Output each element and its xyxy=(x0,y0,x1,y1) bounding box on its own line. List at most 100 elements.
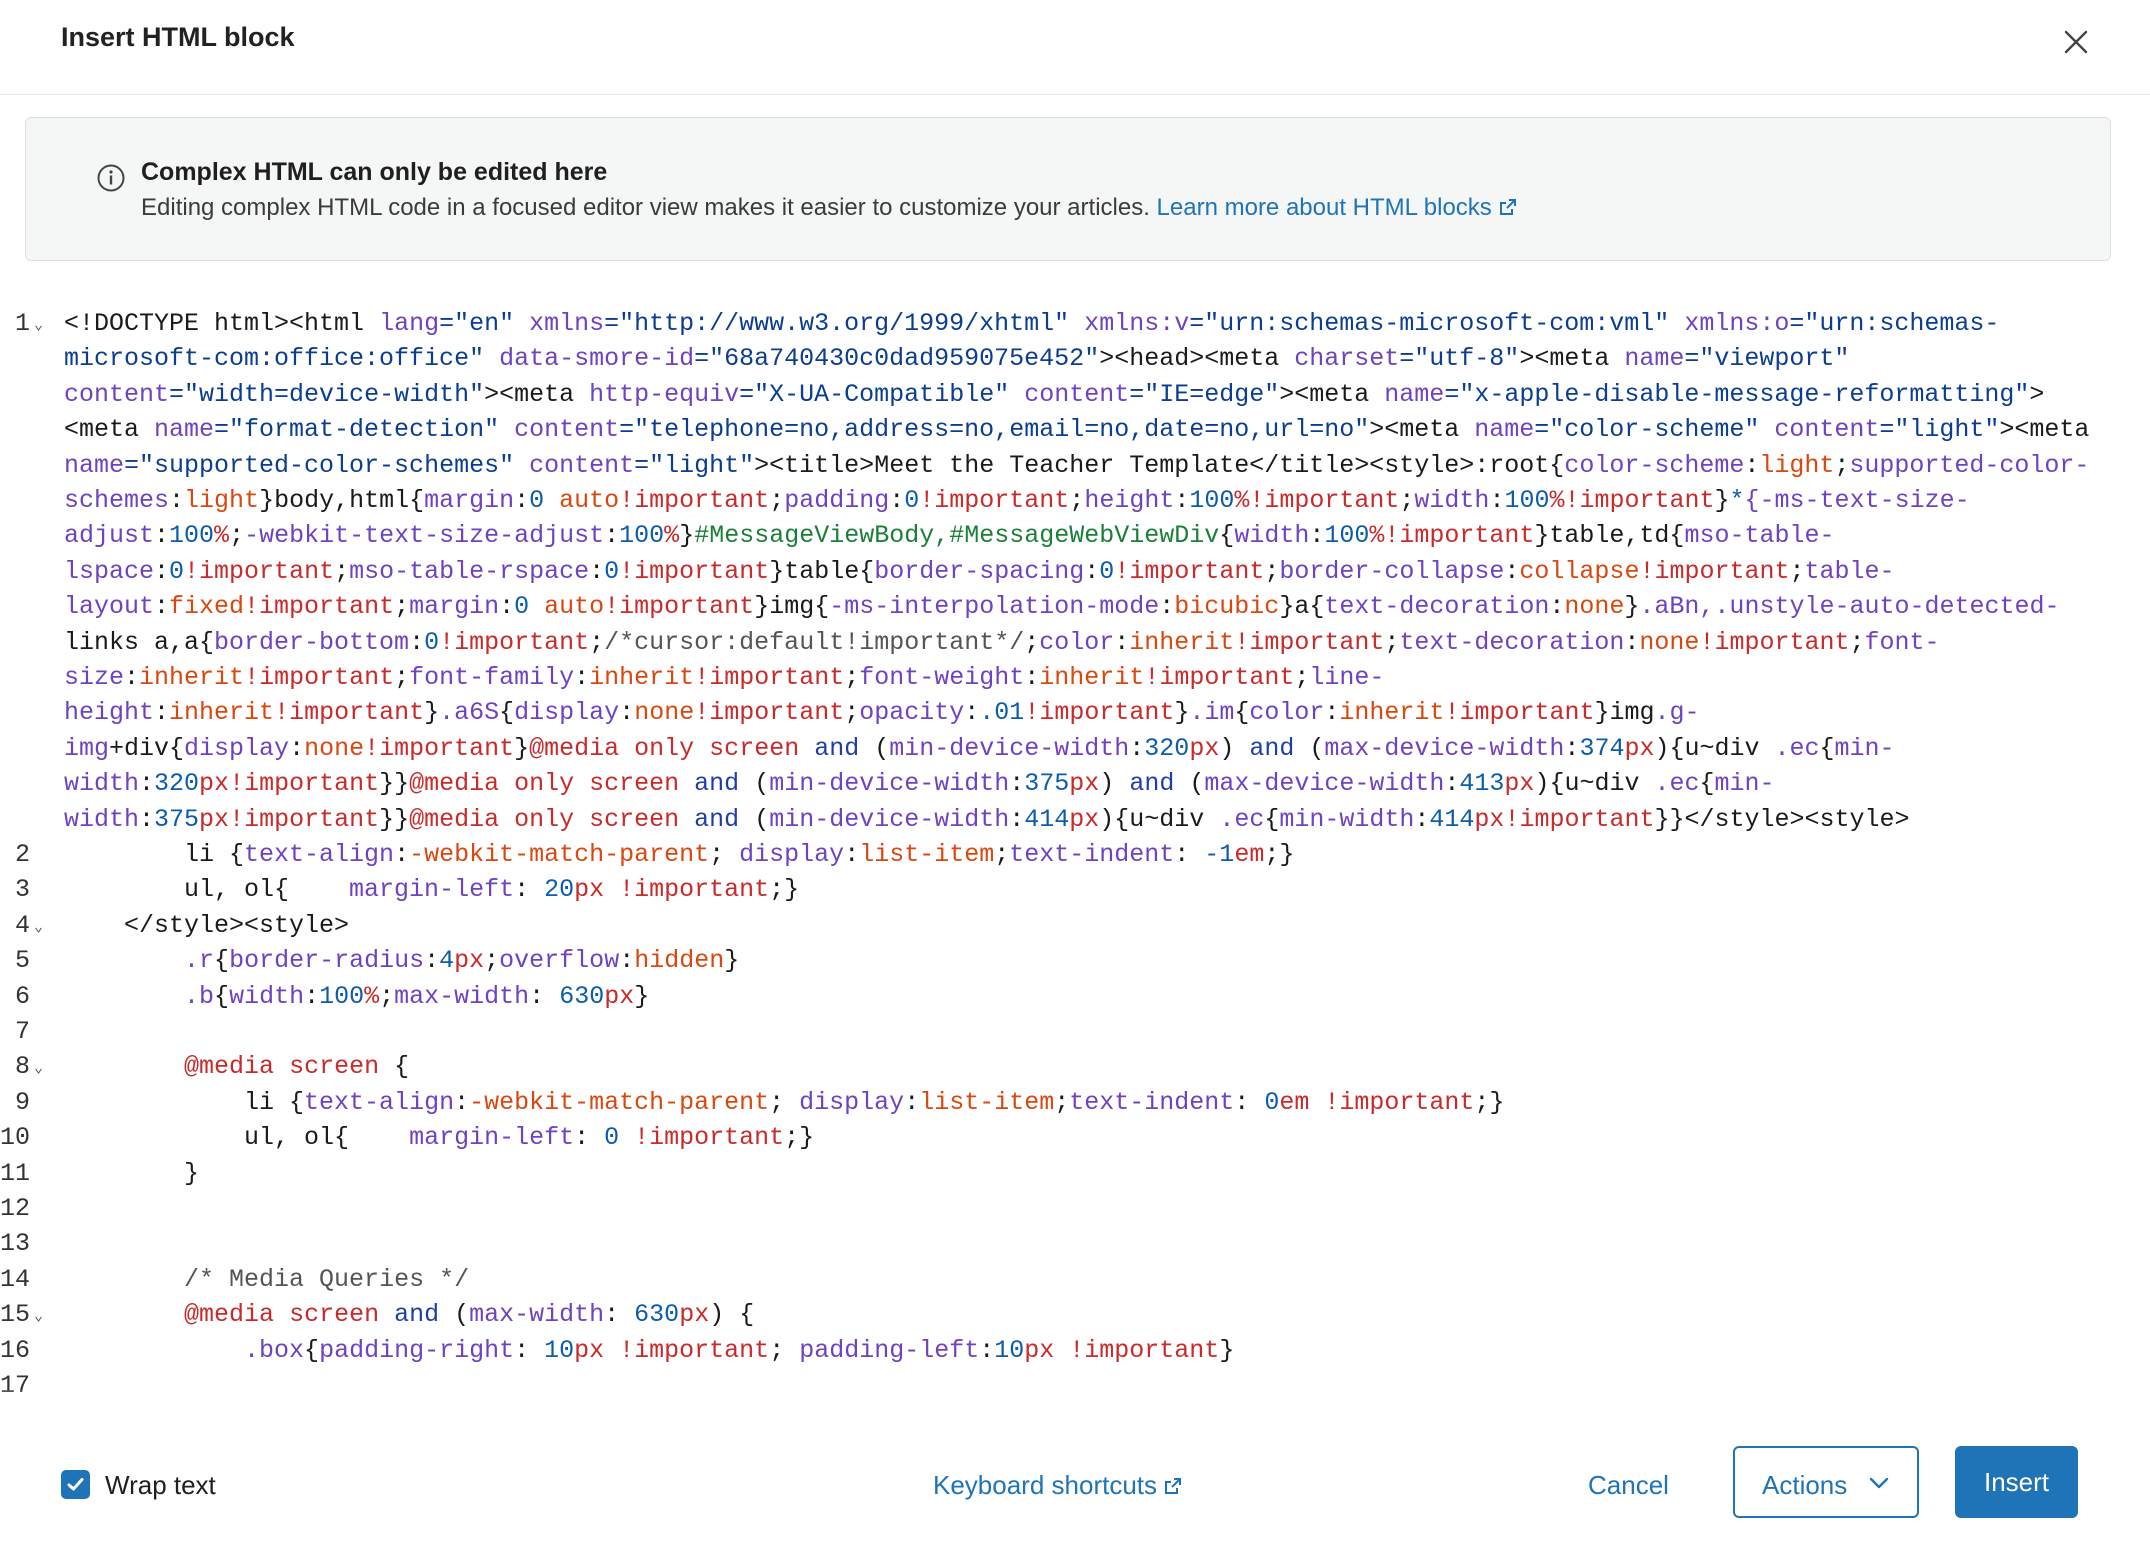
code-token: }table{ xyxy=(769,556,875,586)
code-line[interactable]: 8 ⌄ @media screen { xyxy=(0,1052,2150,1087)
insert-button[interactable]: Insert xyxy=(1955,1446,2078,1518)
code-token: fixed xyxy=(169,592,245,622)
code-text: layout:fixed!important;margin:0 auto!imp… xyxy=(64,592,2060,621)
code-line[interactable]: 10 ul, ol{ margin-left: 0 !important;} xyxy=(0,1123,2150,1158)
fold-chevron-icon[interactable]: ⌄ xyxy=(34,1058,43,1077)
code-token: lang xyxy=(379,309,440,338)
code-token: : xyxy=(154,592,170,622)
code-token: em xyxy=(1234,840,1265,869)
learn-more-link[interactable]: Learn more about HTML blocks xyxy=(1157,194,1518,221)
wrap-text-checkbox[interactable] xyxy=(61,1470,90,1499)
code-text: content="width=device-width"><meta http-… xyxy=(64,380,2044,409)
code-token: max-width xyxy=(469,1300,605,1330)
code-token: : xyxy=(424,946,440,976)
code-token: min- xyxy=(1714,769,1775,799)
code-token: and xyxy=(1249,733,1310,763)
code-token: 4 xyxy=(439,946,455,976)
code-token: 0 xyxy=(529,486,560,515)
code-token: { xyxy=(1699,769,1715,799)
code-line[interactable]: 2 li {text-align:-webkit-match-parent; d… xyxy=(0,840,2150,875)
code-token: li { xyxy=(64,1087,305,1117)
code-token: ;} xyxy=(769,875,800,905)
code-token: 0 xyxy=(1264,1087,1280,1117)
code-token: 0 xyxy=(604,1123,635,1153)
code-token: content xyxy=(529,450,635,480)
code-token: }img{ xyxy=(754,592,830,622)
code-token: 374 xyxy=(1579,733,1625,763)
code-token: ="color-scheme" xyxy=(1534,415,1775,445)
code-line[interactable]: 15 ⌄ @media screen and (max-width: 630px)… xyxy=(0,1300,2150,1335)
code-token: : xyxy=(154,521,170,551)
code-token: -webkit-text-size-adjust xyxy=(244,521,605,551)
cancel-button[interactable]: Cancel xyxy=(1588,1470,1669,1501)
code-token: ; xyxy=(394,663,410,692)
code-token: margin xyxy=(424,486,515,515)
code-token: 100 xyxy=(319,981,365,1011)
code-line[interactable]: 7 xyxy=(0,1017,2150,1052)
code-token: px xyxy=(1069,804,1100,834)
code-token: px xyxy=(679,1300,710,1330)
actions-button[interactable]: Actions xyxy=(1733,1446,1919,1518)
line-number: 10 xyxy=(0,1123,31,1153)
code-token: : xyxy=(409,627,425,657)
code-token: !important xyxy=(619,875,770,905)
fold-chevron-icon[interactable]: ⌄ xyxy=(34,917,43,936)
code-line[interactable]: 3 ul, ol{ margin-left: 20px !important;} xyxy=(0,875,2150,910)
code-token: @media xyxy=(184,1300,275,1330)
code-line[interactable]: 14 /* Media Queries */ xyxy=(0,1265,2150,1300)
code-token: * xyxy=(1729,486,1745,515)
code-line[interactable]: 9 li {text-align:-webkit-match-parent; d… xyxy=(0,1088,2150,1123)
code-line[interactable]: 16 .box{padding-right: 10px !important; … xyxy=(0,1336,2150,1371)
code-token: name xyxy=(1474,415,1535,445)
code-token: !important xyxy=(619,1335,770,1365)
fold-chevron-icon[interactable]: ⌄ xyxy=(34,1306,43,1325)
code-token: !important xyxy=(619,486,770,515)
code-token: ="supported-color-schemes" xyxy=(124,450,530,480)
code-editor[interactable]: 1 ⌄ <!DOCTYPE html><html lang="en" xmlns="… xyxy=(0,300,2150,1410)
code-token: : xyxy=(1309,521,1325,551)
code-token: ) xyxy=(1219,733,1250,763)
code-token: } xyxy=(1219,1335,1235,1365)
code-token: px xyxy=(604,981,635,1011)
code-line[interactable]: 5 .r{border-radius:4px;overflow:hidden} xyxy=(0,946,2150,981)
close-icon[interactable] xyxy=(2058,24,2094,60)
code-token: !important xyxy=(1699,627,1850,657)
code-token: 320 xyxy=(1144,733,1190,763)
code-line[interactable]: 12 xyxy=(0,1194,2150,1229)
code-token: : xyxy=(1234,1087,1265,1117)
code-token: only screen xyxy=(514,804,695,834)
code-token: ="width=device-width" xyxy=(169,379,485,409)
line-number: 6 xyxy=(14,981,30,1011)
code-token: : xyxy=(1504,556,1520,586)
code-token: text-indent xyxy=(1009,840,1175,869)
code-line[interactable]: 11 } xyxy=(0,1159,2150,1194)
fold-chevron-icon[interactable]: ⌄ xyxy=(34,315,43,334)
code-token: microsoft-com:office:office" xyxy=(64,344,500,374)
code-token: layout xyxy=(64,592,155,622)
code-text: </style><style> xyxy=(64,911,349,940)
code-token: }body,html{ xyxy=(259,486,425,515)
code-token: ; xyxy=(709,840,740,869)
code-line[interactable]: 13 xyxy=(0,1229,2150,1264)
code-token: !important xyxy=(619,556,770,586)
code-token: % xyxy=(1234,486,1250,515)
code-token: : xyxy=(499,592,515,622)
code-token: { xyxy=(1234,698,1250,728)
actions-label: Actions xyxy=(1762,1470,1848,1500)
code-token: ; xyxy=(1024,627,1040,657)
code-line[interactable]: 6 .b{width:100%;max-width: 630px} xyxy=(0,982,2150,1017)
code-token: : xyxy=(979,1335,995,1365)
code-token: ; xyxy=(484,946,500,976)
dialog-title: Insert HTML block xyxy=(61,22,295,52)
code-token: color xyxy=(1249,698,1325,728)
code-token: { xyxy=(1219,521,1235,551)
external-link-icon xyxy=(1163,1472,1183,1494)
code-token: lspace xyxy=(64,556,155,586)
line-number: 9 xyxy=(14,1087,30,1117)
code-line[interactable]: 1 ⌄ <!DOCTYPE html><html lang="en" xmlns="… xyxy=(0,309,2150,840)
code-line[interactable]: 4 ⌄ </style><style> xyxy=(0,911,2150,946)
keyboard-shortcuts-link[interactable]: Keyboard shortcuts xyxy=(933,1470,1183,1501)
code-token: font- xyxy=(1864,627,1940,657)
